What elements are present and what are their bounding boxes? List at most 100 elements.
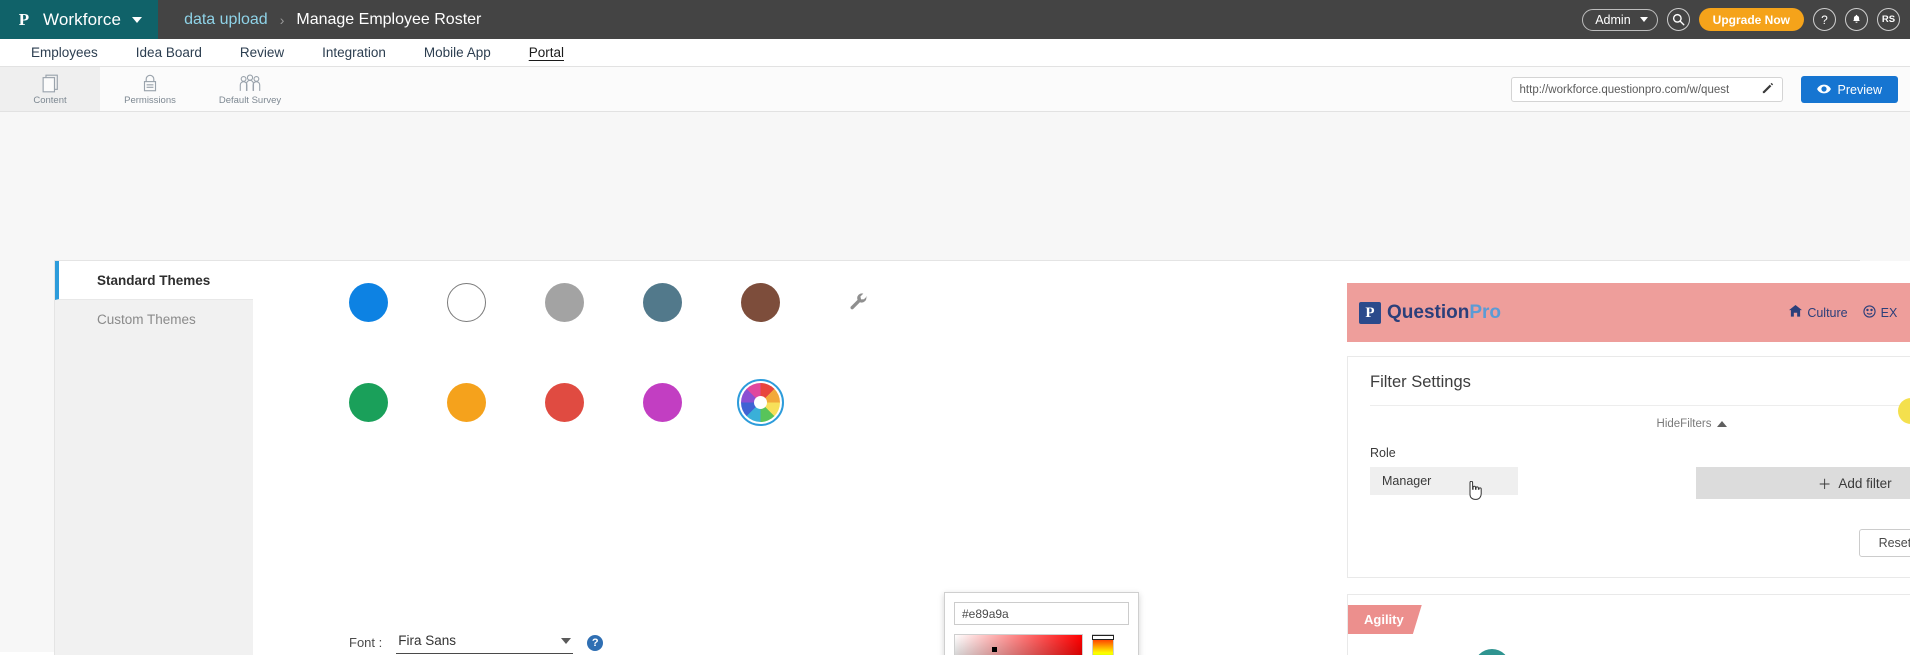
chevron-down-icon [1639,17,1648,22]
theme-nav-item-custom[interactable]: Custom Themes [55,300,253,339]
theme-swatch-green[interactable] [349,383,388,422]
toolbar-item-label: Content [33,95,67,106]
breadcrumb-separator-icon: › [279,11,285,28]
admin-menu-label: Admin [1595,12,1631,27]
upgrade-now-button[interactable]: Upgrade Now [1698,8,1804,31]
bell-icon[interactable] [1845,8,1868,31]
filter-controls-row: Manager ＋ Add filter [1370,467,1910,500]
tab-integration[interactable]: Integration [303,39,405,66]
theme-swatch-orange[interactable] [447,383,486,422]
hue-slider-handle[interactable] [1092,635,1114,640]
preview-nav-label: EX [1880,305,1898,320]
theme-swatch-blue[interactable] [349,283,388,322]
lock-icon [142,72,158,94]
tab-idea-board[interactable]: Idea Board [117,39,221,66]
hide-filters-toggle[interactable]: HideFilters [1370,406,1910,436]
page-title: Manage Employee Roster [296,10,482,28]
theme-nav-item-standard[interactable]: Standard Themes [55,261,253,300]
theme-swatch-white[interactable] [447,283,486,322]
preview-logo-text: QuestionPro [1387,301,1502,323]
preview-nav-ex[interactable]: EX [1862,304,1898,321]
color-hex-input[interactable]: #e89a9a [954,602,1129,625]
tab-review[interactable]: Review [221,39,303,66]
chevron-up-icon [1717,421,1728,427]
theme-swatch-brown[interactable] [741,283,780,322]
role-select[interactable]: Manager [1370,467,1518,500]
add-filter-button[interactable]: ＋ Add filter [1695,467,1910,499]
smiley-icon [1862,304,1876,321]
wrench-icon[interactable] [839,283,878,322]
toolbar-item-label: Default Survey [218,95,282,106]
theme-swatch-slate[interactable] [643,283,682,322]
preview-button[interactable]: Preview [1800,76,1898,103]
toolbar-right-actions: http://workforce.questionpro.com/w/quest… [1510,67,1898,112]
filter-settings-card: Filter Settings HideFilters Role Manager [1347,356,1910,578]
toolbar-item-content[interactable]: Content [0,67,100,111]
saturation-value-area[interactable] [954,634,1083,655]
theme-swatch-grey[interactable] [545,283,584,322]
content-area: Standard Themes Custom Themes Font: Fir… [0,112,1910,655]
brand-block[interactable]: P Workforce [0,0,159,39]
portal-preview: P QuestionPro Culture EX Filter Settings… [1325,261,1910,655]
nav-tabs: Employees Idea Board Review Integration … [0,39,1910,67]
theme-swatch-red[interactable] [545,383,584,422]
hide-filters-label: HideFilters [1656,418,1712,430]
chevron-down-icon [561,637,572,644]
plus-icon: ＋ [1817,477,1832,492]
theme-swatch-magenta[interactable] [643,383,682,422]
theme-swatch-row-2 [253,379,784,426]
color-picker-popup: #e89a9a Cancel Save [944,592,1139,655]
theme-nav: Standard Themes Custom Themes [55,261,253,655]
mouse-cursor-icon [1466,480,1482,506]
theme-swatch-row-1 [253,283,878,322]
font-row: Font : Fira Sans ? [349,633,604,654]
tab-mobile-app[interactable]: Mobile App [405,39,510,66]
agility-tab-label: Agility [1348,605,1422,634]
breadcrumb-parent-link[interactable]: data upload [184,11,268,29]
top-bar: P Workforce data upload › Manage Employe… [0,0,1910,39]
toolbar-item-permissions[interactable]: Permissions [100,67,200,111]
sv-cursor-handle[interactable] [992,647,997,652]
preview-logo: P QuestionPro [1359,301,1502,324]
reset-button[interactable]: Reset [1858,529,1910,557]
font-label: Font : [349,635,383,650]
tab-employees[interactable]: Employees [12,39,117,66]
portal-url-value: http://workforce.questionpro.com/w/quest [1519,83,1730,96]
tab-portal[interactable]: Portal [510,39,583,66]
toolbar-item-default-survey[interactable]: Default Survey [200,67,300,111]
sub-toolbar: Content Permissions Default Survey http:… [0,67,1910,112]
portal-url-field[interactable]: http://workforce.questionpro.com/w/quest [1510,77,1783,102]
avatar[interactable]: RS [1877,8,1900,31]
theme-swatch-custom-color[interactable] [741,383,780,422]
preview-logo-text-pro: Pro [1469,301,1502,323]
questionpro-logo-icon: P [18,9,30,29]
color-hex-value: #e89a9a [962,606,1009,621]
add-filter-label: Add filter [1838,475,1892,491]
home-icon [1789,305,1803,320]
top-bar-actions: Admin Upgrade Now ? RS [1582,0,1900,39]
theme-nav-background [55,339,253,655]
help-icon[interactable]: ? [1813,8,1836,31]
eye-icon [1816,83,1831,97]
people-icon [239,72,261,94]
chevron-down-icon[interactable] [132,16,143,23]
preview-button-label: Preview [1837,82,1882,97]
theme-main: Font : Fira Sans ? Save #e89a9a [253,261,1910,655]
agility-score-badge: 5.2 [1474,649,1510,655]
toolbar-item-label: Permissions [124,95,176,106]
agility-statement: framework 2.0 is Sequential [1526,652,1859,655]
filter-settings-title: Filter Settings [1370,373,1471,391]
hue-slider[interactable] [1092,634,1114,655]
agility-score-row: 5.2 framework 2.0 is Sequential [1348,595,1910,655]
help-icon[interactable]: ? [587,635,604,651]
agility-card: Agility 5.2 framework 2.0 is Sequential [1347,594,1910,655]
theme-panel: Standard Themes Custom Themes Font: Fir… [54,260,1910,655]
font-select-value: Fira Sans [398,633,457,648]
font-select[interactable]: Fira Sans [396,633,574,654]
color-picker-body [954,634,1129,655]
search-icon[interactable] [1666,8,1690,31]
role-label: Role [1370,446,1396,460]
edit-pencil-icon[interactable] [1762,82,1774,97]
admin-menu-button[interactable]: Admin [1582,8,1658,31]
preview-nav-culture[interactable]: Culture [1789,305,1848,320]
